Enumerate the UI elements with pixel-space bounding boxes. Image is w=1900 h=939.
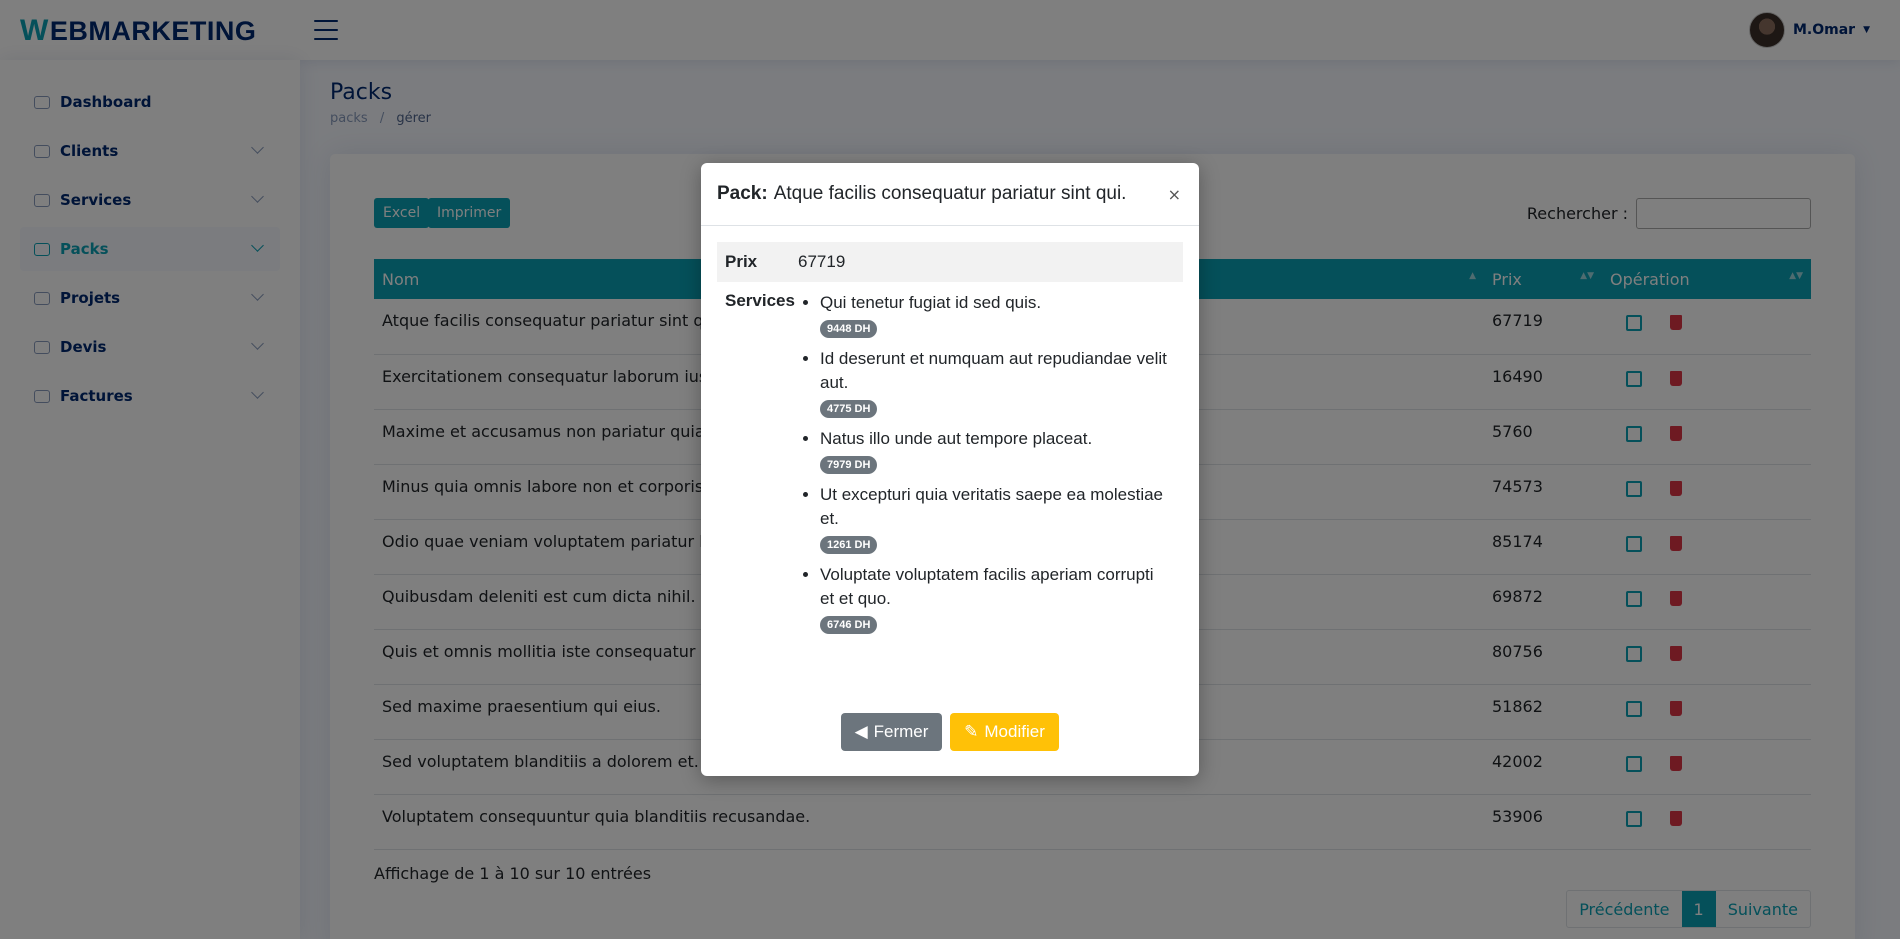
service-item: Natus illo unde aut tempore placeat. 7979… bbox=[820, 427, 1168, 475]
service-item: Voluptate voluptatem facilis aperiam cor… bbox=[820, 563, 1168, 635]
pack-detail-modal: Pack: Atque facilis consequatur pariatur… bbox=[701, 163, 1199, 776]
pack-detail: Prix 67719 Services Qui tenetur fugiat i… bbox=[717, 242, 1183, 643]
close-button[interactable]: ◀ Fermer bbox=[841, 713, 942, 751]
service-price-badge: 4775 DH bbox=[820, 400, 878, 418]
service-price-badge: 9448 DH bbox=[820, 320, 878, 338]
modal-header: Pack: Atque facilis consequatur pariatur… bbox=[701, 163, 1199, 226]
prix-row: Prix 67719 bbox=[717, 242, 1183, 282]
service-name: Voluptate voluptatem facilis aperiam cor… bbox=[820, 565, 1154, 608]
edit-button[interactable]: ✎ Modifier bbox=[950, 713, 1059, 751]
modal-title-value: Atque facilis consequatur pariatur sint … bbox=[773, 183, 1127, 204]
close-icon[interactable]: × bbox=[1168, 185, 1181, 204]
prix-value: 67719 bbox=[798, 252, 846, 271]
close-button-label: Fermer bbox=[873, 722, 929, 741]
service-price-badge: 1261 DH bbox=[820, 536, 878, 554]
service-name: Qui tenetur fugiat id sed quis. bbox=[820, 293, 1042, 312]
services-list: Qui tenetur fugiat id sed quis. 9448 DH Id… bbox=[798, 291, 1168, 643]
service-name: Id deserunt et numquam aut repudiandae v… bbox=[820, 349, 1167, 392]
services-label: Services bbox=[725, 291, 795, 310]
service-price-badge: 6746 DH bbox=[820, 616, 878, 634]
services-row: Services Qui tenetur fugiat id sed quis.… bbox=[717, 291, 1183, 643]
modal-footer: ◀ Fermer ✎ Modifier bbox=[701, 713, 1199, 751]
service-item: Qui tenetur fugiat id sed quis. 9448 DH bbox=[820, 291, 1168, 339]
service-name: Natus illo unde aut tempore placeat. bbox=[820, 429, 1093, 448]
edit-button-label: Modifier bbox=[984, 722, 1045, 741]
caret-left-icon: ◀ bbox=[854, 722, 868, 741]
service-name: Ut excepturi quia veritatis saepe ea mol… bbox=[820, 485, 1164, 528]
service-item: Ut excepturi quia veritatis saepe ea mol… bbox=[820, 483, 1168, 555]
service-item: Id deserunt et numquam aut repudiandae v… bbox=[820, 347, 1168, 419]
service-price-badge: 7979 DH bbox=[820, 456, 878, 474]
prix-label: Prix bbox=[725, 252, 758, 271]
edit-icon: ✎ bbox=[964, 722, 979, 741]
modal-title-label: Pack: bbox=[717, 183, 768, 204]
